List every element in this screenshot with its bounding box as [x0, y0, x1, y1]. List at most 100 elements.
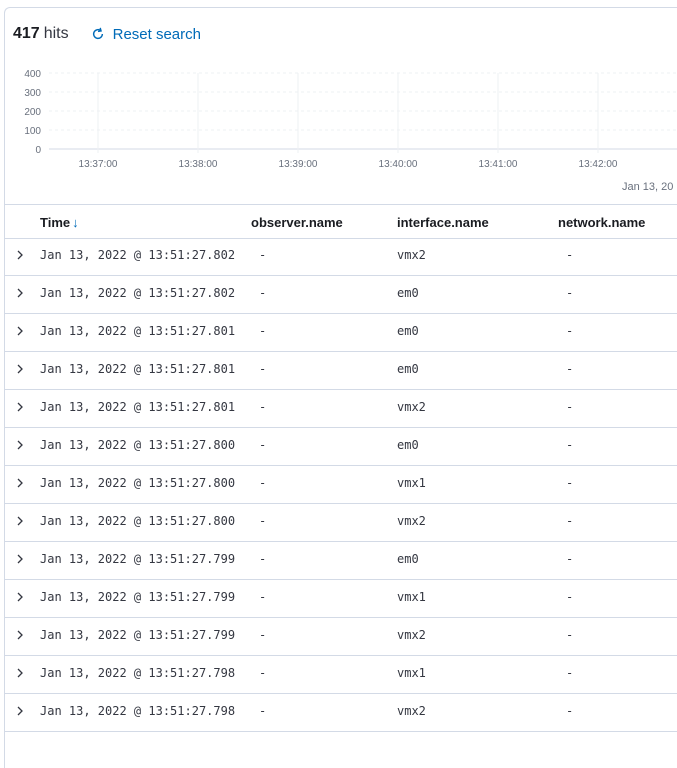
table-row[interactable]: Jan 13, 2022 @ 13:51:27.801 - vmx2 - [5, 390, 677, 428]
cell-observer-name: - [259, 590, 267, 604]
y-tick-400: 400 [24, 69, 41, 80]
y-tick-300: 300 [24, 88, 41, 99]
expand-row-chevron-icon[interactable] [13, 628, 27, 642]
cell-network-name: - [566, 476, 574, 490]
cell-interface-name: vmx1 [397, 590, 426, 604]
cell-network-name: - [566, 400, 574, 414]
table-row[interactable]: Jan 13, 2022 @ 13:51:27.800 - vmx1 - [5, 466, 677, 504]
cell-interface-name: em0 [397, 438, 419, 452]
cell-observer-name: - [259, 438, 267, 452]
table-row[interactable]: Jan 13, 2022 @ 13:51:27.801 - em0 - [5, 314, 677, 352]
table-header: Time ↓ observer.name interface.name netwo… [5, 204, 677, 239]
expand-row-chevron-icon[interactable] [13, 476, 27, 490]
cell-time: Jan 13, 2022 @ 13:51:27.801 [40, 324, 236, 338]
cell-observer-name: - [259, 324, 267, 338]
table-row[interactable]: Jan 13, 2022 @ 13:51:27.799 - vmx2 - [5, 618, 677, 656]
expand-row-chevron-icon[interactable] [13, 362, 27, 376]
x-tick-2: 13:38:00 [179, 159, 218, 170]
table-row[interactable]: Jan 13, 2022 @ 13:51:27.802 - vmx2 - [5, 238, 677, 276]
expand-row-chevron-icon[interactable] [13, 590, 27, 604]
table-row[interactable]: Jan 13, 2022 @ 13:51:27.802 - em0 - [5, 276, 677, 314]
cell-time: Jan 13, 2022 @ 13:51:27.800 [40, 438, 236, 452]
x-tick-4: 13:40:00 [379, 159, 418, 170]
cell-time: Jan 13, 2022 @ 13:51:27.798 [40, 666, 236, 680]
cell-interface-name: em0 [397, 286, 419, 300]
discover-panel: 417 hits Reset search 400 300 200 100 0 … [4, 7, 677, 768]
cell-interface-name: vmx1 [397, 666, 426, 680]
table-row[interactable]: Jan 13, 2022 @ 13:51:27.800 - vmx2 - [5, 504, 677, 542]
table-row[interactable]: Jan 13, 2022 @ 13:51:27.801 - em0 - [5, 352, 677, 390]
expand-row-chevron-icon[interactable] [13, 438, 27, 452]
cell-interface-name: vmx1 [397, 476, 426, 490]
cell-interface-name: em0 [397, 324, 419, 338]
x-axis-date-label: Jan 13, 20 [622, 181, 673, 193]
cell-observer-name: - [259, 628, 267, 642]
cell-network-name: - [566, 514, 574, 528]
table-row[interactable]: Jan 13, 2022 @ 13:51:27.799 - vmx1 - [5, 580, 677, 618]
reset-search-button[interactable]: Reset search [91, 26, 201, 43]
cell-observer-name: - [259, 362, 267, 376]
hits-bar: 417 hits Reset search [13, 22, 201, 46]
cell-interface-name: vmx2 [397, 628, 426, 642]
y-tick-0: 0 [35, 145, 41, 156]
expand-row-chevron-icon[interactable] [13, 286, 27, 300]
expand-row-chevron-icon[interactable] [13, 400, 27, 414]
cell-network-name: - [566, 324, 574, 338]
reset-search-label: Reset search [112, 25, 201, 43]
cell-observer-name: - [259, 248, 267, 262]
column-header-network-name[interactable]: network.name [558, 215, 645, 230]
hits-count: 417 [13, 25, 40, 42]
cell-interface-name: vmx2 [397, 248, 426, 262]
cell-interface-name: vmx2 [397, 704, 426, 718]
histogram-gridlines [49, 72, 677, 153]
refresh-icon [92, 27, 103, 40]
cell-interface-name: vmx2 [397, 400, 426, 414]
table-row[interactable]: Jan 13, 2022 @ 13:51:27.798 - vmx2 - [5, 694, 677, 732]
table-row[interactable]: Jan 13, 2022 @ 13:51:27.798 - vmx1 - [5, 656, 677, 694]
cell-observer-name: - [259, 286, 267, 300]
cell-network-name: - [566, 628, 574, 642]
expand-row-chevron-icon[interactable] [13, 666, 27, 680]
document-table-body: Jan 13, 2022 @ 13:51:27.802- vmx2- Jan 13,… [5, 238, 677, 732]
cell-network-name: - [566, 666, 574, 680]
column-header-time[interactable]: Time ↓ [40, 215, 79, 230]
cell-network-name: - [566, 590, 574, 604]
expand-row-chevron-icon[interactable] [13, 552, 27, 566]
x-tick-5: 13:41:00 [479, 159, 518, 170]
cell-time: Jan 13, 2022 @ 13:51:27.801 [40, 362, 236, 376]
cell-observer-name: - [259, 704, 267, 718]
cell-network-name: - [566, 286, 574, 300]
cell-network-name: - [566, 248, 574, 262]
expand-row-chevron-icon[interactable] [13, 514, 27, 528]
cell-time: Jan 13, 2022 @ 13:51:27.802 [40, 248, 236, 262]
cell-network-name: - [566, 438, 574, 452]
cell-interface-name: em0 [397, 362, 419, 376]
cell-observer-name: - [259, 514, 267, 528]
expand-row-chevron-icon[interactable] [13, 248, 27, 262]
cell-observer-name: - [259, 400, 267, 414]
cell-interface-name: em0 [397, 552, 419, 566]
cell-network-name: - [566, 552, 574, 566]
cell-time: Jan 13, 2022 @ 13:51:27.799 [40, 590, 236, 604]
histogram-chart[interactable]: 400 300 200 100 0 13:37:00 13:38:00 13:3… [5, 63, 677, 198]
y-tick-200: 200 [24, 107, 41, 118]
column-header-observer-name[interactable]: observer.name [251, 215, 343, 230]
sort-descending-icon[interactable]: ↓ [72, 215, 79, 230]
cell-network-name: - [566, 704, 574, 718]
table-row[interactable]: Jan 13, 2022 @ 13:51:27.799 - em0 - [5, 542, 677, 580]
column-header-interface-name[interactable]: interface.name [397, 215, 489, 230]
cell-time: Jan 13, 2022 @ 13:51:27.800 [40, 476, 236, 490]
expand-row-chevron-icon[interactable] [13, 704, 27, 718]
x-tick-1: 13:37:00 [79, 159, 118, 170]
cell-interface-name: vmx2 [397, 514, 426, 528]
hits-label: hits [43, 25, 69, 42]
cell-network-name: - [566, 362, 574, 376]
cell-time: Jan 13, 2022 @ 13:51:27.802 [40, 286, 236, 300]
table-row[interactable]: Jan 13, 2022 @ 13:51:27.800 - em0 - [5, 428, 677, 466]
column-header-time-label: Time [40, 215, 71, 230]
cell-time: Jan 13, 2022 @ 13:51:27.801 [40, 400, 236, 414]
y-tick-100: 100 [24, 126, 41, 137]
cell-observer-name: - [259, 666, 267, 680]
expand-row-chevron-icon[interactable] [13, 324, 27, 338]
cell-observer-name: - [259, 476, 267, 490]
